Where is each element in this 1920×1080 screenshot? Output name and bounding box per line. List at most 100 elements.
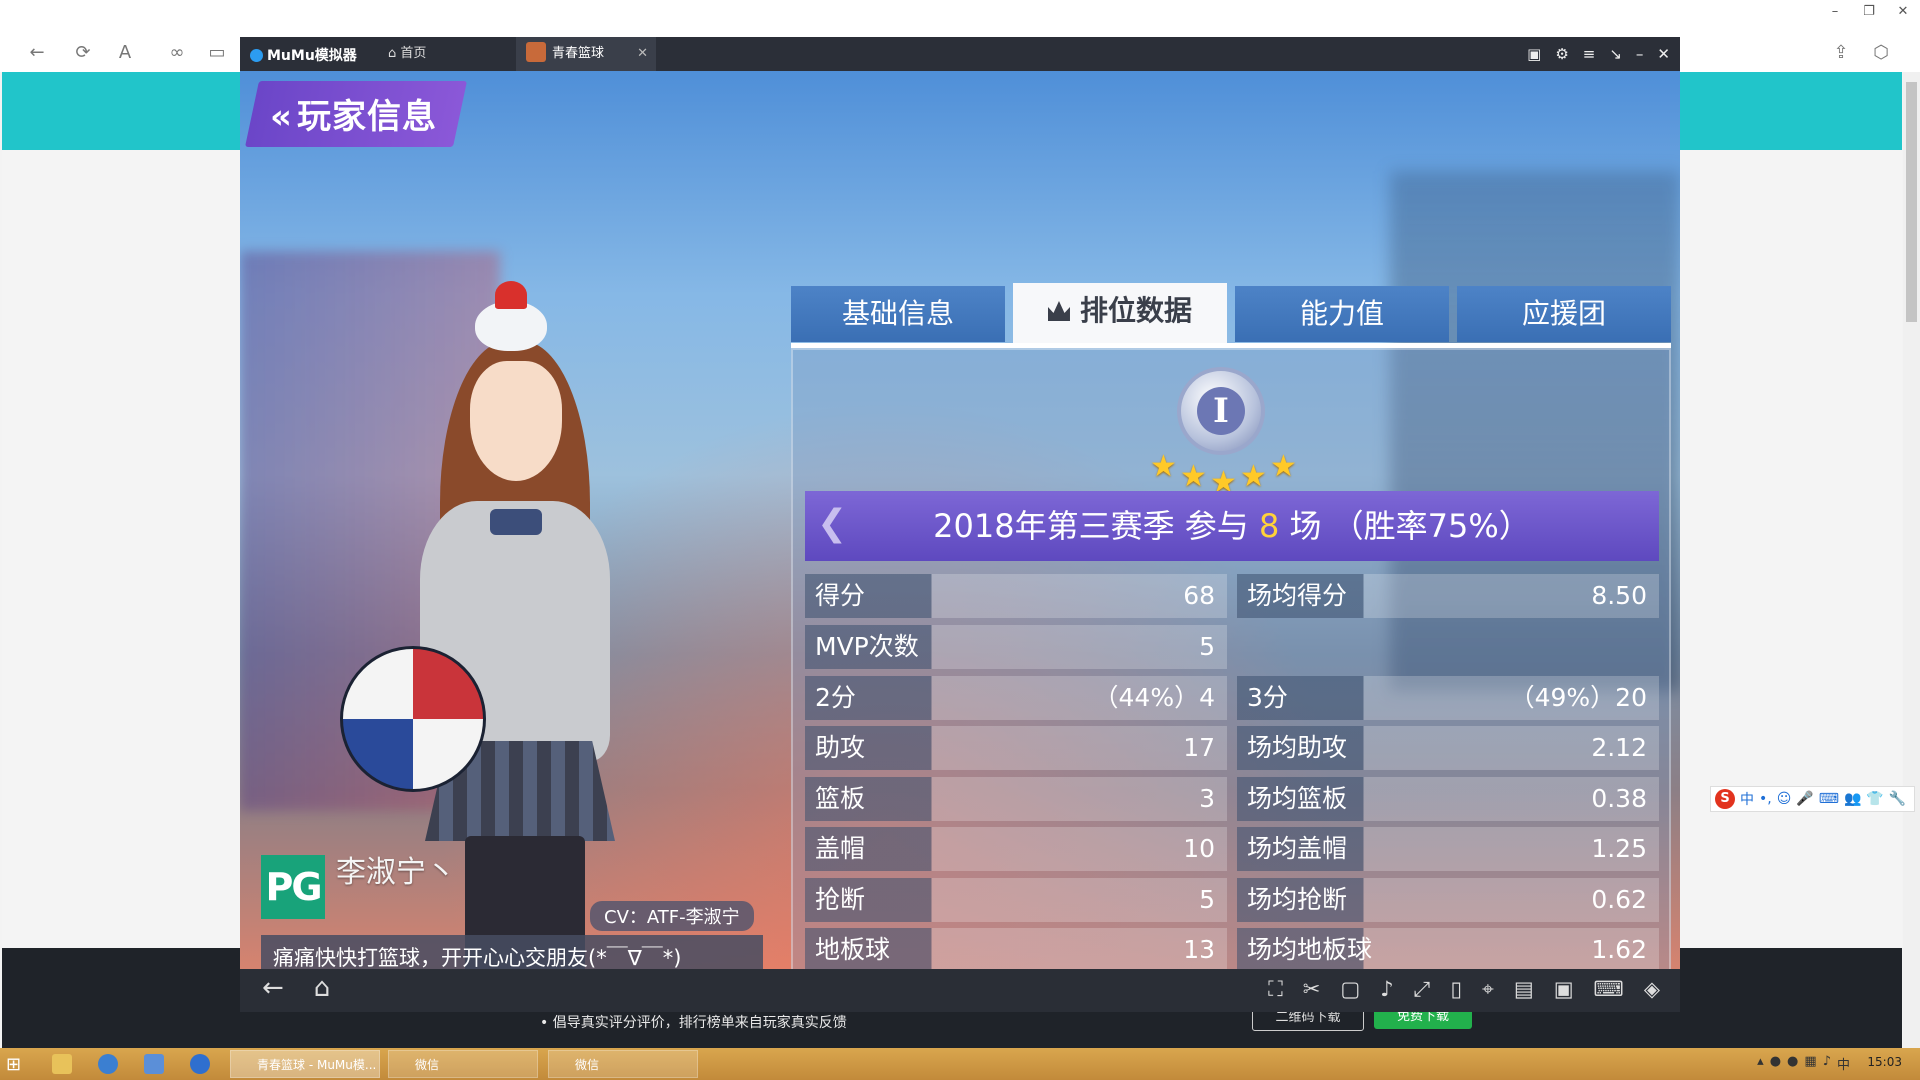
android-home-icon[interactable]: ⌂	[314, 973, 331, 1003]
folder-icon[interactable]: ▢	[1340, 977, 1360, 1002]
tab-support-group[interactable]: 应援团	[1457, 286, 1671, 342]
ime-skin-icon[interactable]: 👕	[1866, 791, 1883, 807]
player-name: 李淑宁丶	[336, 855, 456, 890]
ime-keyboard-icon[interactable]: ⌨	[1819, 791, 1839, 807]
notice-text: • 倡导真实评分评价，排行榜单来自玩家真实反馈	[540, 1015, 847, 1031]
volume-icon[interactable]: ♪	[1380, 977, 1393, 1002]
basketball-icon	[340, 646, 486, 792]
system-tray: ▴ ● ● ▦ ♪ 中	[1757, 1054, 1850, 1073]
ime-tools-icon[interactable]: 🔧	[1889, 791, 1906, 807]
minimize-icon[interactable]: –	[1636, 45, 1644, 63]
tab-basic-info[interactable]: 基础信息	[791, 286, 1005, 342]
layout-icon[interactable]: ▭	[202, 42, 232, 63]
gamepad-icon[interactable]: ◈	[1644, 977, 1660, 1002]
taskbar-item-wechat[interactable]: 微信	[388, 1050, 538, 1078]
share-icon[interactable]: ⇪	[1826, 42, 1856, 63]
arrow-left-icon[interactable]: ←	[22, 42, 52, 63]
keyboard-icon[interactable]: ⌨	[1594, 977, 1624, 1002]
stat-row: 场均抢断 0.62	[1237, 878, 1659, 922]
taskbar-item-mumu[interactable]: 青春篮球 - MuMu模...	[230, 1050, 380, 1078]
tab-game[interactable]: 青春篮球 ✕	[516, 37, 656, 71]
toolbox-icon[interactable]: ▣	[1554, 977, 1574, 1002]
browser-icon[interactable]	[98, 1054, 118, 1074]
emulator-logo: MuMu模拟器	[250, 45, 357, 65]
game-app-icon	[526, 42, 546, 62]
mumu-logo-icon	[250, 49, 263, 62]
cube-icon[interactable]: ⬡	[1866, 42, 1896, 63]
scissors-icon[interactable]: ✂	[1303, 977, 1321, 1002]
app-icon[interactable]	[144, 1054, 164, 1074]
file-explorer-icon[interactable]	[52, 1054, 72, 1074]
wechat-tray-icon[interactable]: ●	[1787, 1054, 1798, 1073]
tab-ranked-data[interactable]: 排位数据	[1013, 283, 1227, 345]
stat-row: 场均篮板 0.38	[1237, 777, 1659, 821]
emulator-titlebar: MuMu模拟器 ⌂ 首页 青春篮球 ✕ ▣ ⚙ ≡ ↘ – ✕	[240, 37, 1680, 71]
star-icon: ★	[1180, 459, 1207, 494]
ie-icon[interactable]	[190, 1054, 210, 1074]
double-chevron-left-icon: «	[270, 97, 293, 137]
tab-bar: 基础信息 排位数据 能力值 应援团	[791, 283, 1671, 345]
tab-home[interactable]: ⌂ 首页	[380, 37, 508, 71]
clock: 15:03	[1867, 1055, 1902, 1069]
input-language[interactable]: 中	[1837, 1054, 1850, 1073]
close-window-button[interactable]: ✕	[1890, 4, 1916, 19]
taskbar-item-wechat[interactable]: 微信	[548, 1050, 698, 1078]
link-icon[interactable]: ∞	[162, 42, 192, 63]
apk-icon[interactable]: ▤	[1514, 977, 1534, 1002]
gift-icon[interactable]: ▣	[1527, 45, 1541, 63]
season-selector: ❮ 2018年第三赛季 参与 8 场 （胜率75%）	[805, 491, 1659, 561]
player-motto: 痛痛快快打篮球，开开心心交朋友(*￣∇￣*)	[261, 935, 763, 969]
text-size-icon[interactable]: A	[110, 42, 140, 63]
restore-button[interactable]: ❐	[1856, 4, 1882, 19]
ime-lang[interactable]: 中	[1740, 789, 1754, 809]
rank-numeral: I	[1197, 387, 1245, 435]
stat-row: 2分 （44%）4	[805, 676, 1227, 720]
fullscreen-icon[interactable]: ⤢	[1414, 977, 1431, 1002]
sogou-logo-icon: S	[1715, 789, 1735, 809]
stat-row: 3分 （49%）20	[1237, 676, 1659, 720]
stat-row: 场均地板球 1.62	[1237, 928, 1659, 969]
ime-punct-icon[interactable]: •,	[1759, 791, 1772, 807]
windows-start-icon[interactable]: ⊞	[6, 1054, 28, 1075]
ime-mic-icon[interactable]: 🎤	[1796, 791, 1813, 807]
refresh-icon[interactable]: ⟳	[68, 42, 98, 63]
screenshot-icon[interactable]: ⛶	[1268, 977, 1283, 1002]
volume-tray-icon[interactable]: ♪	[1823, 1054, 1831, 1073]
ime-toolbar[interactable]: S 中 •, ☺ 🎤 ⌨ 👥 👕 🔧	[1710, 786, 1915, 812]
network-icon[interactable]: ▦	[1804, 1054, 1816, 1073]
rank-emblem-icon: I	[1177, 367, 1265, 455]
windows-taskbar: ⊞ 青春篮球 - MuMu模... 微信 微信 ▴ ● ● ▦ ♪ 中 15:0…	[0, 1048, 1920, 1080]
back-arrow-icon[interactable]: ←	[262, 973, 284, 1003]
character-face	[470, 361, 562, 481]
qq-icon[interactable]: ●	[1770, 1054, 1781, 1073]
emulator-bottom-bar: ← ⌂ ⛶ ✂ ▢ ♪ ⤢ ▯ ⌖ ▤ ▣ ⌨ ◈	[240, 969, 1680, 1012]
crown-icon	[1047, 301, 1070, 321]
emulator-controls: ▣ ⚙ ≡ ↘ – ✕	[1527, 37, 1670, 71]
stat-row: 地板球 13	[805, 928, 1227, 969]
page-title: 玩家信息	[296, 97, 437, 137]
back-button[interactable]: «玩家信息	[270, 89, 437, 138]
minimize-button[interactable]: –	[1822, 4, 1848, 19]
scroll-thumb[interactable]	[1906, 82, 1917, 322]
emulator-window: MuMu模拟器 ⌂ 首页 青春篮球 ✕ ▣ ⚙ ≡ ↘ – ✕ «玩家信息 PG…	[240, 37, 1680, 1012]
stat-row: 篮板 3	[805, 777, 1227, 821]
star-icon: ★	[1240, 459, 1267, 494]
stat-row: 场均得分 8.50	[1237, 574, 1659, 618]
home-icon: ⌂	[388, 46, 401, 61]
tray-arrow-icon[interactable]: ▴	[1757, 1054, 1764, 1073]
close-icon[interactable]: ✕	[637, 37, 648, 71]
ime-emoji-icon[interactable]: ☺	[1777, 791, 1792, 807]
season-summary: 2018年第三赛季 参与 8 场 （胜率75%）	[933, 507, 1531, 545]
tab-ability[interactable]: 能力值	[1235, 286, 1449, 342]
stat-row: 场均助攻 2.12	[1237, 726, 1659, 770]
close-emulator-icon[interactable]: ✕	[1657, 45, 1670, 63]
menu-icon[interactable]: ≡	[1583, 45, 1596, 63]
mini-mode-icon[interactable]: ↘	[1609, 45, 1622, 63]
ime-users-icon[interactable]: 👥	[1844, 791, 1861, 807]
location-icon[interactable]: ⌖	[1482, 977, 1494, 1002]
shake-icon[interactable]: ▯	[1450, 977, 1462, 1002]
user-settings-icon[interactable]: ⚙	[1555, 45, 1568, 63]
star-icon: ★	[1270, 449, 1297, 484]
page-scrollbar[interactable]	[1903, 72, 1920, 1048]
seal-hat	[495, 281, 527, 309]
